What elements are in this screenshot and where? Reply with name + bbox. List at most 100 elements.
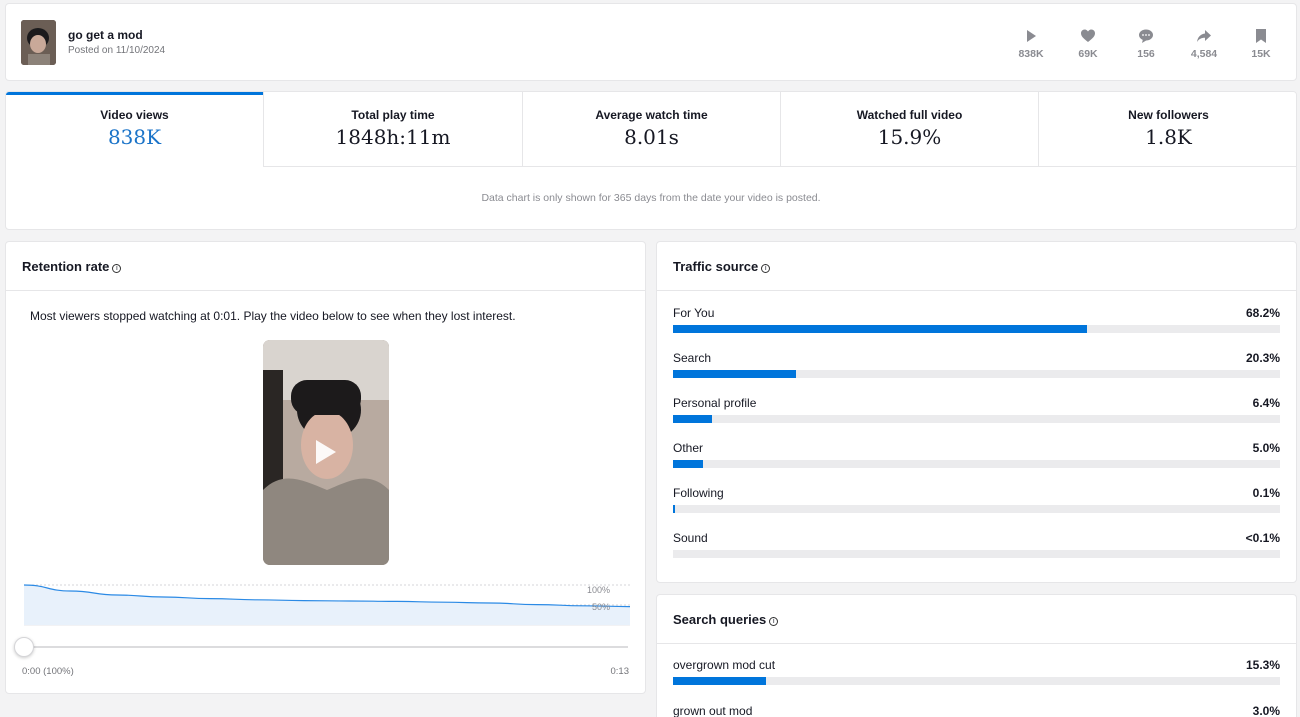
play-icon bbox=[1027, 30, 1036, 42]
traffic-title: Traffic source i bbox=[673, 259, 771, 274]
search-query-row: grown out mod 3.0% bbox=[673, 704, 1280, 717]
saves-count: 15K bbox=[1251, 48, 1271, 60]
tab-total-play-time[interactable]: Total play time 1848h:11m bbox=[264, 92, 523, 167]
metric-value: 1.8K bbox=[1145, 125, 1192, 149]
search-query-bar-fill bbox=[673, 677, 766, 685]
tab-video-views[interactable]: Video views 838K bbox=[6, 92, 264, 167]
retention-title: Retention rate i bbox=[22, 259, 122, 274]
shares-count: 4,584 bbox=[1190, 48, 1218, 60]
plays-stat: 838K bbox=[1001, 28, 1061, 60]
divider bbox=[657, 643, 1296, 644]
bookmark-icon bbox=[1256, 29, 1266, 43]
tab-average-watch-time[interactable]: Average watch time 8.01s bbox=[523, 92, 781, 167]
video-player[interactable] bbox=[263, 340, 389, 565]
play-icon[interactable] bbox=[316, 440, 336, 464]
search-title-text: Search queries bbox=[673, 612, 767, 627]
traffic-source-bar-track bbox=[673, 460, 1280, 468]
traffic-title-text: Traffic source bbox=[673, 259, 759, 274]
video-title: go get a mod bbox=[68, 28, 143, 42]
traffic-source-percent: <0.1% bbox=[1245, 531, 1280, 545]
heart-icon bbox=[1081, 29, 1095, 42]
search-query-name: overgrown mod cut bbox=[673, 658, 776, 672]
share-icon bbox=[1197, 30, 1211, 42]
comment-icon bbox=[1139, 29, 1153, 43]
metric-label: Total play time bbox=[351, 108, 435, 122]
traffic-source-name: Sound bbox=[673, 531, 708, 545]
traffic-source-bar-track bbox=[673, 325, 1280, 333]
info-icon[interactable]: i bbox=[769, 617, 779, 626]
saves-stat: 15K bbox=[1231, 28, 1291, 60]
playback-track[interactable] bbox=[24, 646, 628, 648]
metric-value: 8.01s bbox=[624, 125, 679, 149]
traffic-source-bar-fill bbox=[673, 415, 712, 423]
metric-label: Average watch time bbox=[595, 108, 708, 122]
traffic-source-bar-track bbox=[673, 415, 1280, 423]
metric-label: Watched full video bbox=[856, 108, 963, 122]
traffic-source-percent: 20.3% bbox=[1245, 351, 1280, 365]
retention-message: Most viewers stopped watching at 0:01. P… bbox=[30, 309, 516, 323]
metric-value: 1848h:11m bbox=[335, 125, 451, 149]
search-queries-card: Search queries i overgrown mod cut 15.3% gr… bbox=[656, 594, 1297, 717]
divider bbox=[657, 290, 1296, 291]
traffic-source-row: Search 20.3% bbox=[673, 351, 1280, 391]
traffic-source-row: Other 5.0% bbox=[673, 441, 1280, 481]
traffic-source-percent: 6.4% bbox=[1252, 396, 1280, 410]
comments-stat: 156 bbox=[1116, 28, 1176, 60]
comments-count: 156 bbox=[1137, 48, 1155, 60]
traffic-source-bar-fill bbox=[673, 460, 704, 468]
traffic-source-bar-track bbox=[673, 370, 1280, 378]
video-header: go get a mod Posted on 11/10/2024 838K 6… bbox=[5, 3, 1297, 81]
retention-chart-svg bbox=[23, 584, 631, 626]
traffic-source-name: Other bbox=[673, 441, 704, 455]
likes-count: 69K bbox=[1078, 48, 1098, 60]
time-end: 0:13 bbox=[610, 666, 630, 677]
retention-chart: 100% 50% bbox=[23, 582, 631, 632]
playback-scrubber[interactable] bbox=[14, 637, 34, 657]
metrics-card: Video views 838K Total play time 1848h:1… bbox=[5, 91, 1297, 230]
search-query-bar-track bbox=[673, 677, 1280, 685]
traffic-source-bar-fill bbox=[673, 325, 1087, 333]
shares-stat: 4,584 bbox=[1174, 28, 1234, 60]
likes-stat: 69K bbox=[1058, 28, 1118, 60]
traffic-source-name: For You bbox=[673, 306, 715, 320]
traffic-source-row: For You 68.2% bbox=[673, 306, 1280, 346]
search-query-row: overgrown mod cut 15.3% bbox=[673, 658, 1280, 698]
data-range-note: Data chart is only shown for 365 days fr… bbox=[481, 192, 821, 204]
traffic-source-percent: 68.2% bbox=[1245, 306, 1280, 320]
tick-100: 100% bbox=[586, 585, 610, 595]
active-tab-indicator bbox=[6, 92, 263, 95]
posted-date: Posted on 11/10/2024 bbox=[68, 45, 166, 56]
info-icon[interactable]: i bbox=[761, 264, 771, 273]
traffic-source-bar-fill bbox=[673, 370, 797, 378]
tab-watched-full-video[interactable]: Watched full video 15.9% bbox=[781, 92, 1039, 167]
traffic-source-name: Personal profile bbox=[673, 396, 757, 410]
search-query-percent: 3.0% bbox=[1252, 704, 1280, 717]
time-start: 0:00 (100%) bbox=[22, 666, 74, 677]
traffic-source-name: Search bbox=[673, 351, 712, 365]
traffic-source-card: Traffic source i For You 68.2% Search 20.3% P… bbox=[656, 241, 1297, 583]
retention-card: Retention rate i Most viewers stopped wat… bbox=[5, 241, 646, 694]
traffic-source-row: Following 0.1% bbox=[673, 486, 1280, 526]
traffic-source-percent: 5.0% bbox=[1252, 441, 1280, 455]
traffic-source-name: Following bbox=[673, 486, 724, 500]
tick-50: 50% bbox=[591, 602, 610, 612]
traffic-source-bar-track bbox=[673, 505, 1280, 513]
search-query-percent: 15.3% bbox=[1245, 658, 1280, 672]
traffic-source-percent: 0.1% bbox=[1252, 486, 1280, 500]
metric-label: New followers bbox=[1128, 108, 1209, 122]
plays-count: 838K bbox=[1018, 48, 1044, 60]
traffic-source-row: Personal profile 6.4% bbox=[673, 396, 1280, 436]
metric-value: 838K bbox=[107, 125, 162, 149]
metric-label: Video views bbox=[100, 108, 169, 122]
search-title: Search queries i bbox=[673, 612, 779, 627]
video-thumbnail[interactable] bbox=[21, 20, 56, 65]
divider bbox=[6, 290, 645, 291]
info-icon[interactable]: i bbox=[112, 264, 122, 273]
traffic-source-bar-track bbox=[673, 550, 1280, 558]
traffic-source-row: Sound <0.1% bbox=[673, 531, 1280, 571]
retention-title-text: Retention rate bbox=[22, 259, 110, 274]
search-query-name: grown out mod bbox=[673, 704, 753, 717]
tab-new-followers[interactable]: New followers 1.8K bbox=[1039, 92, 1296, 167]
metric-value: 15.9% bbox=[877, 125, 942, 149]
traffic-source-bar-fill bbox=[673, 505, 675, 513]
